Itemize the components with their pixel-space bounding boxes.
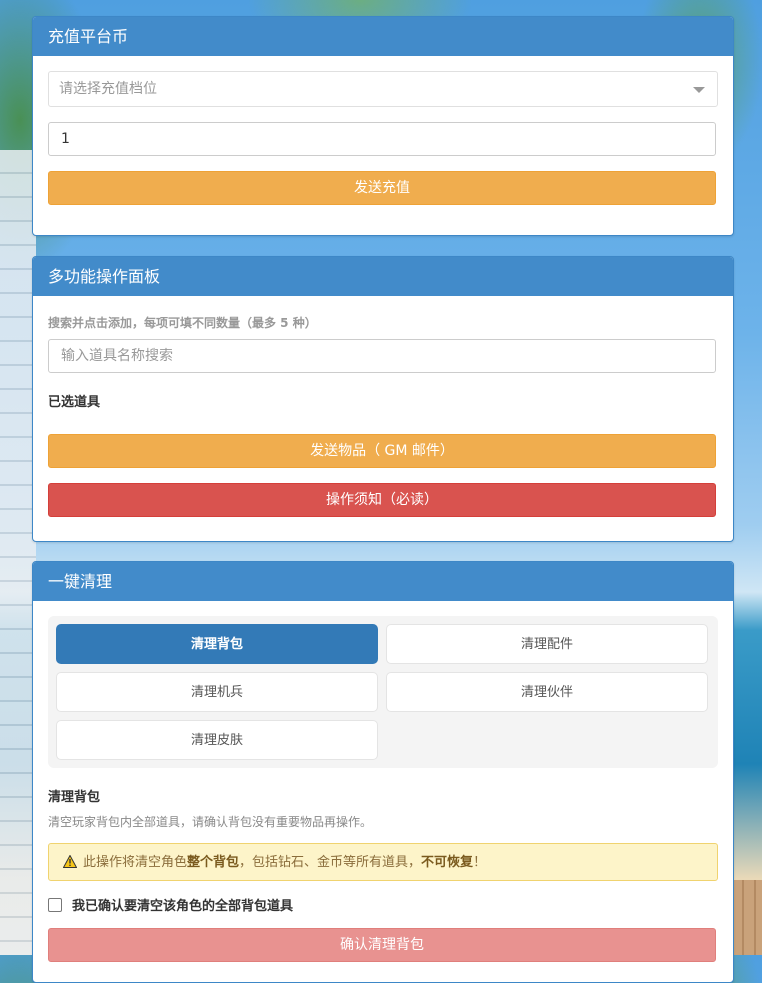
confirm-clear-label: 我已确认要清空该角色的全部背包道具: [72, 899, 294, 914]
operation-notice-button[interactable]: 操作须知（必读）: [48, 483, 716, 517]
confirm-clear-checkbox[interactable]: [48, 897, 62, 912]
clear-panel-title: 一键清理: [33, 562, 733, 601]
warning-text-post: ！: [473, 855, 487, 870]
confirm-clear-row: 我已确认要清空该角色的全部背包道具: [48, 895, 718, 914]
background-building: [0, 150, 36, 955]
clear-section-desc: 清空玩家背包内全部道具，请确认背包没有重要物品再操作。: [48, 815, 373, 829]
item-search-input[interactable]: [48, 339, 716, 373]
clear-panel: 一键清理 清理背包 清理配件 清理机兵 清理伙伴 清理皮肤 清理背包 清空玩家背…: [32, 561, 734, 983]
selected-items-label: 已选道具: [48, 395, 101, 410]
tab-clear-parts[interactable]: 清理配件: [386, 624, 708, 664]
clear-tabs: 清理背包 清理配件 清理机兵 清理伙伴 清理皮肤: [48, 616, 718, 768]
item-search-hint: 搜索并点击添加，每项可填不同数量（最多 5 种）: [48, 316, 317, 330]
confirm-clear-button[interactable]: 确认清理背包: [48, 928, 716, 962]
warning-text-bold1: 整个背包: [187, 855, 240, 870]
multi-panel-title: 多功能操作面板: [33, 257, 733, 296]
warning-text-mid: ，包括钻石、金币等所有道具，: [239, 855, 422, 870]
multi-function-panel: 多功能操作面板 搜索并点击添加，每项可填不同数量（最多 5 种） 已选道具 发送…: [32, 256, 734, 542]
send-items-button[interactable]: 发送物品（ GM 邮件）: [48, 434, 716, 468]
send-recharge-button[interactable]: 发送充值: [48, 171, 716, 205]
tab-clear-skins[interactable]: 清理皮肤: [56, 720, 378, 760]
warning-text-bold2: 不可恢复: [421, 855, 474, 870]
tab-clear-mechs[interactable]: 清理机兵: [56, 672, 378, 712]
background-deck: [732, 880, 762, 955]
clear-warning-alert: 此操作将清空角色整个背包，包括钻石、金币等所有道具，不可恢复！: [48, 843, 718, 881]
tab-clear-bag[interactable]: 清理背包: [56, 624, 378, 664]
recharge-tier-select[interactable]: 请选择充值档位: [48, 71, 718, 107]
recharge-tier-placeholder: 请选择充值档位: [59, 81, 157, 97]
warning-icon: [63, 855, 77, 868]
recharge-panel: 充值平台币 请选择充值档位 发送充值: [32, 16, 734, 236]
clear-section-title: 清理背包: [48, 790, 101, 805]
tab-clear-partners[interactable]: 清理伙伴: [386, 672, 708, 712]
recharge-panel-title: 充值平台币: [33, 17, 733, 56]
warning-text-pre: 此操作将清空角色: [83, 855, 188, 870]
recharge-amount-input[interactable]: [48, 122, 716, 156]
chevron-down-icon: [693, 87, 705, 93]
